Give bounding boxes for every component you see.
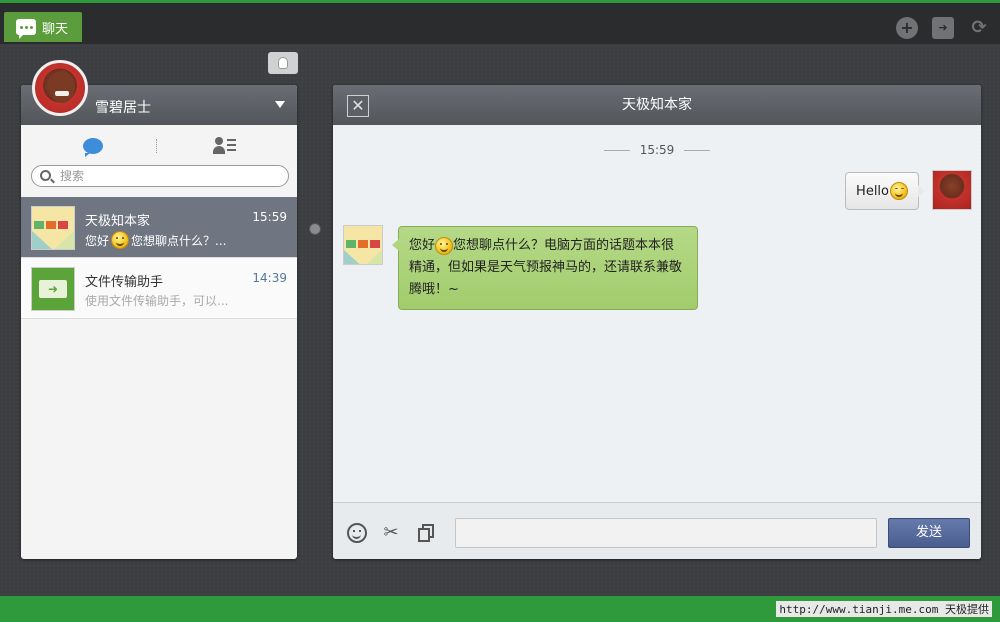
watermark-text: http://www.tianji.me.com 天极提供	[776, 601, 992, 617]
top-accent-line	[0, 0, 1000, 3]
outgoing-message[interactable]: Hello	[845, 172, 925, 210]
conversation-panel: 雪碧居士 搜索 天极知本家 15:59 您好 您想聊点什么？... ➜ 文件传输…	[21, 85, 297, 559]
panel-resize-handle[interactable]	[309, 223, 321, 235]
preview-text-end: 您想聊点什么？...	[131, 233, 227, 248]
conversation-preview: 使用文件传输助手，可以...	[85, 292, 228, 309]
folder-arrow-icon[interactable]: ➜	[932, 17, 954, 39]
tab-contacts-icon[interactable]	[213, 137, 237, 155]
search-input[interactable]: 搜索	[31, 165, 289, 187]
conversation-item-file-transfer[interactable]: ➜ 文件传输助手 14:39 使用文件传输助手，可以...	[21, 258, 297, 319]
tab-chats-icon[interactable]	[83, 138, 103, 157]
tips-button[interactable]	[268, 52, 298, 74]
outgoing-message-text: Hello	[856, 183, 889, 199]
screenshot-scissors-icon[interactable]: ✂	[381, 523, 401, 543]
preview-text-start: 使用文件传输助手，可以...	[85, 294, 229, 308]
copy-window-icon[interactable]	[417, 523, 437, 543]
search-icon	[40, 170, 51, 181]
smiley-icon	[111, 231, 130, 249]
search-placeholder: 搜索	[60, 169, 85, 183]
lightbulb-icon	[278, 57, 288, 69]
title-bar: 聊天 + ➜ ⟳	[0, 0, 1000, 44]
dropdown-arrow-icon[interactable]	[275, 101, 285, 108]
avatar-face	[49, 71, 75, 103]
incoming-message-text-start: 您好	[409, 238, 436, 253]
incoming-message[interactable]: 您好 您想聊点什么？电脑方面的话题本本很精通，但如果是天气预报神马的，还请联系兼敬…	[392, 226, 698, 310]
chat-header: ✕ 天极知本家	[333, 85, 981, 125]
timestamp-text: 15:59	[639, 143, 675, 157]
emoji-icon[interactable]	[347, 523, 367, 543]
wink-smiley-icon	[890, 182, 908, 200]
conversation-item-tianji[interactable]: 天极知本家 15:59 您好 您想聊点什么？...	[21, 197, 297, 258]
chat-bubble-icon	[16, 19, 36, 39]
plus-circle-icon[interactable]: +	[896, 17, 918, 39]
conversation-avatar	[31, 206, 75, 250]
panel-tabs	[21, 125, 297, 167]
my-message-avatar[interactable]	[932, 170, 972, 210]
conversation-preview: 您好 您想聊点什么？...	[85, 231, 226, 249]
conversation-time: 15:59	[252, 210, 287, 224]
composer-bar: ✂ 发送	[333, 502, 981, 559]
file-transfer-icon: ➜	[39, 280, 67, 298]
contact-message-avatar[interactable]	[343, 225, 383, 265]
tab-chat-app[interactable]: 聊天	[4, 12, 82, 42]
chat-window: ✕ 天极知本家 15:59 Hello 您好 您想聊点什么？电脑方面的话题本本很精…	[333, 85, 981, 559]
chat-title: 天极知本家	[622, 97, 692, 113]
conversation-avatar: ➜	[31, 267, 75, 311]
message-area[interactable]: 15:59 Hello 您好 您想聊点什么？电脑方面的话题本本很精通，但如果是天气…	[333, 125, 981, 502]
message-timestamp: 15:59	[333, 143, 981, 157]
tab-divider	[156, 139, 157, 153]
conversation-name: 天极知本家	[85, 214, 151, 229]
message-input[interactable]	[455, 518, 877, 548]
top-toolbar: + ➜ ⟳	[896, 17, 990, 39]
preview-text-start: 您好	[85, 233, 110, 248]
tab-chat-label: 聊天	[42, 21, 69, 37]
smiley-icon	[435, 236, 454, 255]
user-name: 雪碧居士	[95, 100, 151, 116]
send-button[interactable]: 发送	[888, 518, 970, 548]
conversation-list: 天极知本家 15:59 您好 您想聊点什么？... ➜ 文件传输助手 14:39…	[21, 197, 297, 319]
close-chat-button[interactable]: ✕	[347, 95, 369, 117]
avatar-smile	[55, 91, 69, 96]
conversation-time: 14:39	[252, 271, 287, 285]
conversation-name: 文件传输助手	[85, 275, 164, 290]
status-bar: http://www.tianji.me.com 天极提供	[0, 596, 1000, 622]
refresh-icon[interactable]: ⟳	[968, 17, 990, 39]
my-avatar[interactable]	[32, 60, 88, 116]
